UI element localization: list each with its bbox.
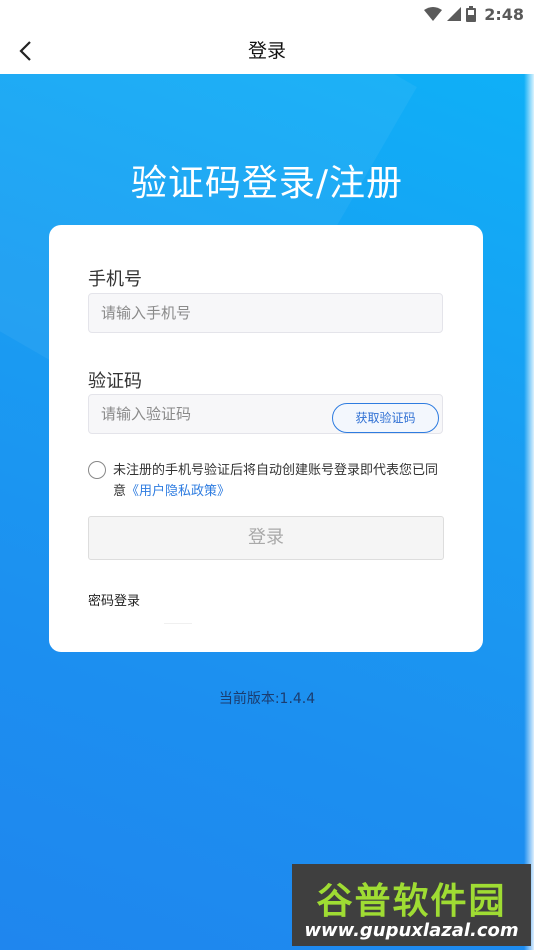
watermark-name: 谷普软件园: [316, 881, 507, 922]
login-card: 手机号 验证码 获取验证码 未注册的手机号验证后将自动创建账号登录即代表您已同意…: [49, 225, 483, 652]
status-icons: 2:48: [424, 3, 524, 25]
get-code-button[interactable]: 获取验证码: [332, 403, 439, 433]
privacy-policy-link[interactable]: 《用户隐私政策》: [126, 484, 230, 499]
phone-field: [88, 293, 443, 333]
version-text: 当前版本:1.4.4: [218, 691, 316, 707]
watermark-url: www.gupuxlazal.com: [304, 920, 519, 941]
agreement-text: 未注册的手机号验证后将自动创建账号登录即代表您已同意《用户隐私政策》: [113, 460, 443, 502]
signal-icon: [447, 7, 462, 21]
agreement-radio[interactable]: [88, 461, 106, 479]
battery-icon: [466, 6, 477, 22]
hero-title: 验证码登录/注册: [130, 163, 404, 204]
code-label: 验证码: [88, 371, 142, 392]
watermark-logo: 谷普软件园 www.gupuxlazal.com: [292, 864, 531, 946]
status-bar: 2:48: [0, 0, 534, 28]
password-login-link[interactable]: 密码登录: [88, 590, 140, 609]
hero-background: 验证码登录/注册 手机号 验证码 获取验证码 未注册的手机号验证后将自动创建账号…: [0, 74, 534, 950]
page-title: 登录: [247, 40, 286, 62]
code-field: 获取验证码: [88, 394, 443, 434]
wifi-icon: [424, 7, 443, 21]
status-time: 2:48: [484, 4, 524, 24]
login-button[interactable]: 登录: [88, 516, 444, 560]
phone-label: 手机号: [88, 269, 142, 290]
phone-input[interactable]: [89, 294, 442, 332]
divider: [164, 623, 192, 624]
nav-bar: 登录: [0, 28, 534, 74]
